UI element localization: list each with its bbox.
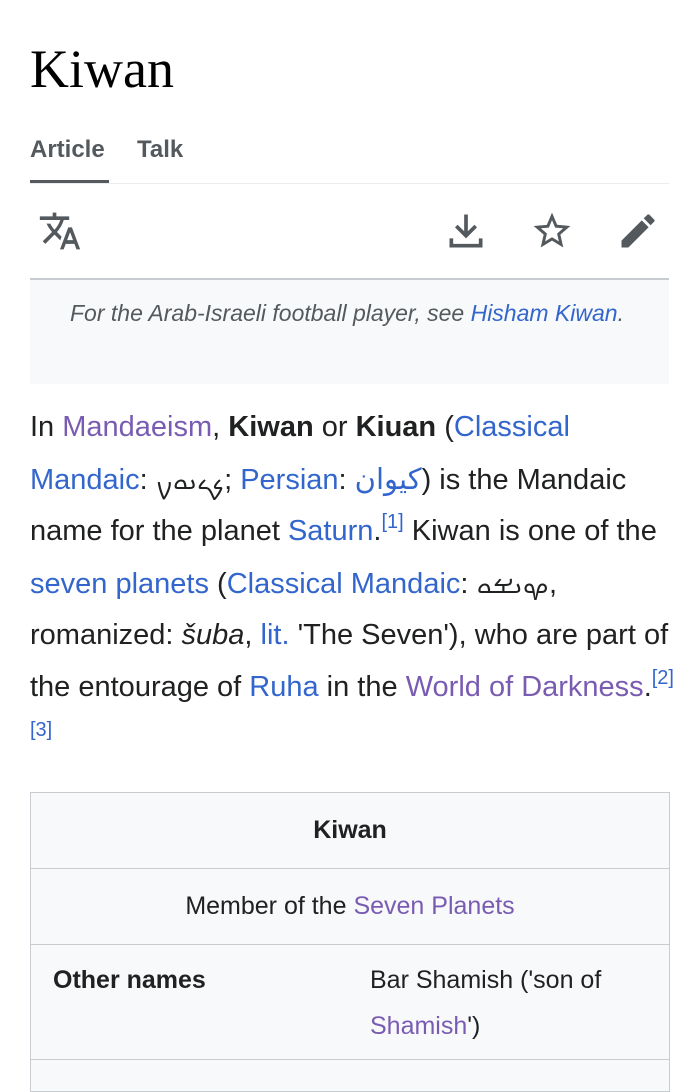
- tab-talk[interactable]: Talk: [137, 133, 183, 167]
- infobox-subtitle: Member of the Seven Planets: [31, 869, 669, 945]
- article-tabs: Article Talk: [30, 133, 669, 184]
- infobox-label: Other names: [53, 966, 206, 994]
- infobox-value: Bar Shamish ('son of Shamish'): [370, 957, 650, 1049]
- reference-3[interactable]: [3]: [30, 719, 52, 741]
- download-icon[interactable]: [444, 209, 488, 253]
- lead-text: ,: [244, 619, 261, 652]
- lead-text: ,: [212, 411, 229, 443]
- persian-script-link[interactable]: کیوان: [355, 462, 422, 496]
- lead-text: Kiwan is one of the: [403, 515, 657, 548]
- mandaic-script: ࡊࡉࡅࡀࡍ: [155, 461, 225, 496]
- hatnote: For the Arab-Israeli football player, se…: [30, 280, 669, 384]
- romanized-term: šuba: [181, 619, 245, 652]
- reference-2[interactable]: [2]: [652, 667, 674, 689]
- infobox-value-text: Bar Shamish ('son of: [370, 966, 602, 994]
- lead-text: ;: [224, 463, 241, 496]
- lead-text: (: [436, 411, 454, 443]
- lead-text: :: [338, 463, 355, 496]
- article-page: Kiwan Article Talk For the Arab-Israeli …: [0, 0, 697, 1092]
- mandaic-script-2: ࡔࡅࡁࡀ: [476, 565, 549, 600]
- page-title: Kiwan: [30, 39, 174, 99]
- term-kiuan: Kiuan: [355, 411, 437, 443]
- link-lit[interactable]: lit.: [261, 619, 290, 651]
- link-world-of-darkness[interactable]: World of Darkness: [406, 671, 644, 703]
- link-seven-planets-infobox[interactable]: Seven Planets: [353, 892, 514, 920]
- lead-text: (: [208, 567, 227, 600]
- link-persian[interactable]: Persian: [240, 464, 338, 496]
- lead-text: In: [30, 411, 63, 443]
- language-icon[interactable]: [38, 209, 82, 253]
- lead-paragraph: In Mandaeism, Kiwan or Kiuan (Classical …: [30, 402, 675, 765]
- hatnote-link-hisham-kiwan[interactable]: Hisham Kiwan: [471, 300, 618, 326]
- tab-article[interactable]: Article: [30, 133, 109, 183]
- term-kiwan: Kiwan: [228, 411, 314, 443]
- lead-text: in the: [318, 670, 406, 703]
- page-actions-toolbar: [30, 184, 669, 280]
- link-mandaeism[interactable]: Mandaeism: [62, 411, 212, 443]
- link-saturn[interactable]: Saturn: [288, 515, 373, 547]
- infobox-title: Kiwan: [31, 793, 669, 869]
- hatnote-suffix: .: [617, 300, 624, 326]
- edit-icon[interactable]: [616, 209, 660, 253]
- star-icon[interactable]: [530, 209, 574, 253]
- link-classical-mandaic-2[interactable]: Classical Mandaic: [227, 568, 461, 600]
- infobox-row-other-names: Other names Bar Shamish ('son of Shamish…: [31, 945, 669, 1060]
- infobox-subtitle-text: Member of the: [185, 892, 354, 920]
- hatnote-text: For the Arab-Israeli football player, se…: [70, 300, 471, 326]
- lead-text: .: [643, 670, 652, 703]
- lead-text: :: [139, 463, 156, 496]
- infobox: Kiwan Member of the Seven Planets Other …: [30, 792, 670, 1092]
- lead-text: or: [313, 411, 356, 443]
- link-ruha[interactable]: Ruha: [249, 671, 318, 703]
- link-seven-planets[interactable]: seven planets: [30, 568, 209, 600]
- reference-1[interactable]: [1]: [381, 511, 403, 533]
- link-shamish[interactable]: Shamish: [370, 1012, 467, 1040]
- lead-text: :: [460, 567, 477, 600]
- infobox-value-suffix: '): [467, 1012, 481, 1040]
